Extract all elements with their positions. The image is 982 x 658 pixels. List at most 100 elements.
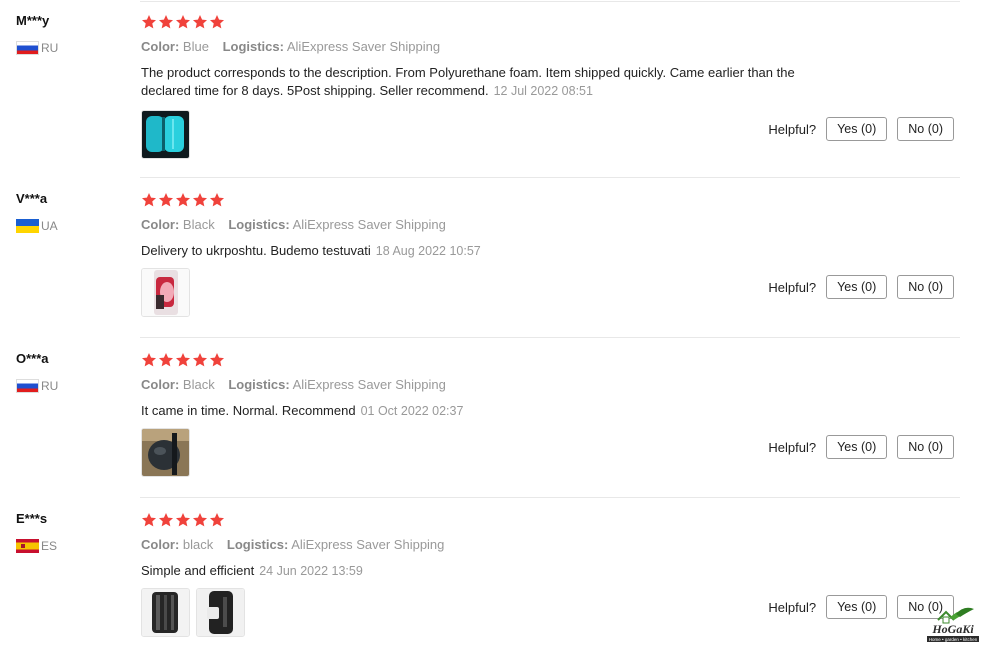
star-rating <box>141 352 226 368</box>
review-body: Simple and efficient <box>141 563 255 578</box>
helpful-vote: Helpful? Yes (0) No (0) <box>768 117 954 141</box>
star-rating <box>141 192 226 208</box>
review-item: O***a RU Color: Black Logistics: AliExpr… <box>0 338 960 498</box>
star-icon <box>193 513 207 527</box>
review-text: It came in time. Normal. Recommend 01 Oct… <box>141 402 841 420</box>
review-photos <box>141 588 251 637</box>
star-icon <box>176 15 190 29</box>
watermark-tagline: Home • garden • kitchen <box>929 637 978 642</box>
color-value: Black <box>182 377 215 392</box>
review-photos <box>141 268 196 317</box>
logistics-value: AliExpress Saver Shipping <box>286 39 441 54</box>
logistics-value: AliExpress Saver Shipping <box>291 537 445 552</box>
review-item: E***s ES Color: black Logistics: AliExpr… <box>0 498 960 658</box>
reviewer-name: O***a <box>16 351 49 366</box>
watermark-brand: HoGaKi <box>931 622 974 636</box>
russia-flag-icon <box>16 379 39 393</box>
helpful-yes-button[interactable]: Yes (0) <box>826 595 888 619</box>
country-code: RU <box>41 41 59 55</box>
star-icon <box>193 353 207 367</box>
star-icon <box>193 15 207 29</box>
color-value: Black <box>182 217 215 232</box>
helpful-no-button[interactable]: No (0) <box>897 435 954 459</box>
reviewer-name: M***y <box>16 13 50 28</box>
helpful-label: Helpful? <box>768 121 817 137</box>
helpful-yes-button[interactable]: Yes (0) <box>826 275 888 299</box>
star-icon <box>210 513 224 527</box>
helpful-vote: Helpful? Yes (0) No (0) <box>768 275 954 299</box>
color-value: black <box>182 537 214 552</box>
helpful-no-button[interactable]: No (0) <box>897 117 954 141</box>
review-photos <box>141 110 196 159</box>
review-body: The product corresponds to the descripti… <box>141 65 795 98</box>
reviewer-name: V***a <box>16 191 48 206</box>
russia-flag-icon <box>16 41 39 55</box>
color-label: Color: <box>141 377 180 392</box>
star-icon <box>210 353 224 367</box>
logistics-label: Logistics: <box>228 217 290 232</box>
review-text: Delivery to ukrposhtu. Budemo testuvati 1… <box>141 242 841 260</box>
helpful-yes-button[interactable]: Yes (0) <box>826 435 888 459</box>
review-body: Delivery to ukrposhtu. Budemo testuvati <box>141 243 371 258</box>
star-icon <box>159 513 173 527</box>
helpful-no-button[interactable]: No (0) <box>897 275 954 299</box>
star-icon <box>210 193 224 207</box>
spain-flag-icon <box>16 539 39 553</box>
reviewer-country: ES <box>16 538 57 554</box>
review-photo-thumbnail[interactable] <box>196 588 245 637</box>
review-photos <box>141 428 196 477</box>
logistics-value: AliExpress Saver Shipping <box>292 217 446 232</box>
color-label: Color: <box>141 537 180 552</box>
reviewer-country: RU <box>16 40 58 56</box>
reviewer-country: UA <box>16 218 58 234</box>
review-list: M***y RU Color: Blue Logistics: AliExpre… <box>0 0 960 658</box>
review-body: It came in time. Normal. Recommend <box>141 403 356 418</box>
color-label: Color: <box>141 39 180 54</box>
review-date: 24 Jun 2022 13:59 <box>259 564 363 578</box>
review-photo-thumbnail[interactable] <box>141 110 190 159</box>
hogaki-watermark-logo: HoGaKi Home • garden • kitchen <box>924 606 982 646</box>
helpful-label: Helpful? <box>768 599 817 615</box>
star-icon <box>159 353 173 367</box>
review-date: 12 Jul 2022 08:51 <box>493 84 593 98</box>
helpful-label: Helpful? <box>768 279 817 295</box>
review-photo-thumbnail[interactable] <box>141 588 190 637</box>
country-code: UA <box>41 219 58 233</box>
review-meta: Color: Black Logistics: AliExpress Saver… <box>141 217 446 232</box>
review-meta: Color: Black Logistics: AliExpress Saver… <box>141 377 446 392</box>
star-icon <box>142 193 156 207</box>
country-code: ES <box>41 539 58 553</box>
star-icon <box>142 353 156 367</box>
review-photo-thumbnail[interactable] <box>141 428 190 477</box>
country-code: RU <box>41 379 59 393</box>
review-text: The product corresponds to the descripti… <box>141 64 841 100</box>
reviewer-name: E***s <box>16 511 48 526</box>
logistics-value: AliExpress Saver Shipping <box>292 377 446 392</box>
review-date: 18 Aug 2022 10:57 <box>375 244 481 258</box>
review-item: M***y RU Color: Blue Logistics: AliExpre… <box>0 0 960 178</box>
review-meta: Color: black Logistics: AliExpress Saver… <box>141 537 444 552</box>
ukraine-flag-icon <box>16 219 39 233</box>
star-icon <box>159 193 173 207</box>
star-icon <box>176 193 190 207</box>
star-icon <box>142 15 156 29</box>
review-date: 01 Oct 2022 02:37 <box>360 404 464 418</box>
star-icon <box>142 513 156 527</box>
star-icon <box>159 15 173 29</box>
star-icon <box>193 193 207 207</box>
review-meta: Color: Blue Logistics: AliExpress Saver … <box>141 39 440 54</box>
star-icon <box>176 513 190 527</box>
review-photo-thumbnail[interactable] <box>141 268 190 317</box>
review-text: Simple and efficient 24 Jun 2022 13:59 <box>141 562 841 580</box>
logistics-label: Logistics: <box>222 39 284 54</box>
star-icon <box>176 353 190 367</box>
star-rating <box>141 512 226 528</box>
helpful-label: Helpful? <box>768 439 817 455</box>
helpful-yes-button[interactable]: Yes (0) <box>826 117 888 141</box>
star-rating <box>141 14 226 30</box>
color-value: Blue <box>182 39 209 54</box>
logistics-label: Logistics: <box>228 377 290 392</box>
star-icon <box>210 15 224 29</box>
color-label: Color: <box>141 217 180 232</box>
reviewer-country: RU <box>16 378 58 394</box>
